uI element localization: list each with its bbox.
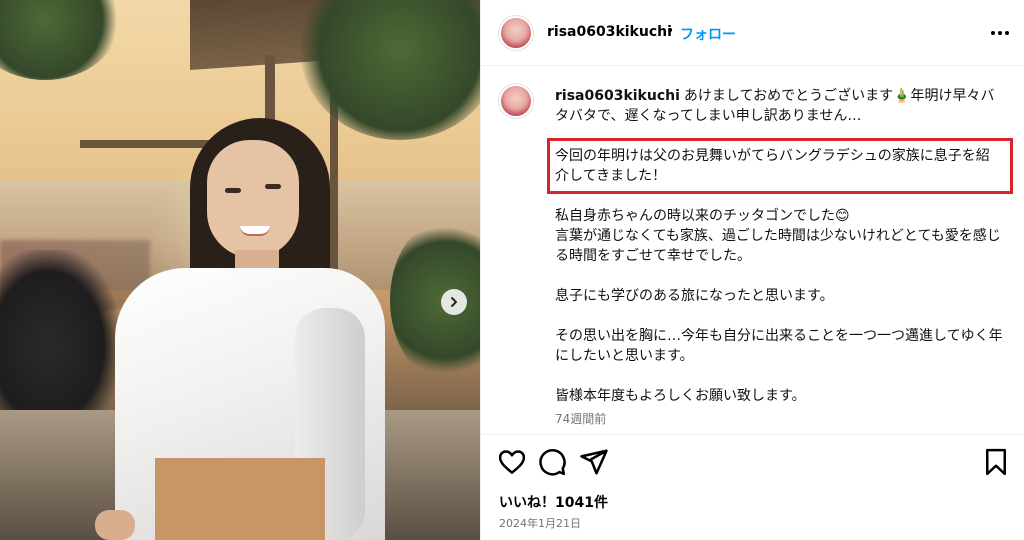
action-bar: いいね！1041件 2024年1月21日	[481, 434, 1024, 540]
woman-portrait	[95, 118, 385, 540]
time-ago: 74週間前	[555, 412, 607, 426]
caption-section: risa0603kikuchi あけましておめでとうございます🎍年明け早々バタバタ…	[481, 66, 1024, 434]
caption-line: 言葉が通じなくても家族、過ごした時間は少ないけれどとても愛を感じる時間をすごせて…	[555, 228, 1001, 264]
chevron-right-icon	[451, 297, 457, 307]
tree-foliage	[0, 0, 120, 80]
caption-text: risa0603kikuchi あけましておめでとうございます🎍年明け早々バタバタ…	[547, 86, 1013, 406]
heart-icon[interactable]	[497, 447, 527, 477]
eye	[225, 188, 241, 193]
like-count[interactable]: いいね！1041件	[499, 492, 608, 512]
share-icon[interactable]	[579, 447, 609, 477]
avatar[interactable]	[499, 16, 533, 50]
eye	[265, 184, 281, 189]
post-date: 2024年1月21日	[499, 517, 581, 530]
caption-line: 私自身赤ちゃんの時以来のチッタゴンでした😊	[555, 208, 850, 224]
next-photo-button[interactable]	[441, 289, 467, 315]
comment-icon[interactable]	[537, 447, 567, 477]
caption-username[interactable]: risa0603kikuchi	[555, 88, 680, 104]
face	[207, 140, 299, 258]
bookmark-icon[interactable]	[981, 447, 1011, 477]
caption-line: 皆様本年度もよろしくお願い致します。	[555, 388, 806, 404]
caption-avatar[interactable]	[499, 84, 533, 118]
post-photo	[0, 0, 480, 540]
post-sidebar: risa0603kikuchi • フォロー risa0603kikuchi あけ…	[480, 0, 1024, 540]
follow-button[interactable]: フォロー	[680, 24, 736, 44]
separator-dot: •	[666, 23, 675, 39]
highlighted-caption-line: 今回の年明けは父のお見舞いがてらバングラデシュの家族に息子を紹介してきました！	[547, 138, 1013, 194]
hand	[95, 510, 135, 540]
caption-line: その思い出を胸に…今年も自分に出来ることを一つ一つ邁進してゆく年にしたいと思いま…	[555, 328, 1003, 364]
pants	[155, 458, 325, 540]
caption-line: 息子にも学びのある旅になったと思います。	[555, 288, 834, 304]
more-options-icon[interactable]	[985, 22, 1015, 44]
header-username[interactable]: risa0603kikuchi	[547, 24, 672, 40]
post-header: risa0603kikuchi • フォロー	[481, 0, 1024, 66]
